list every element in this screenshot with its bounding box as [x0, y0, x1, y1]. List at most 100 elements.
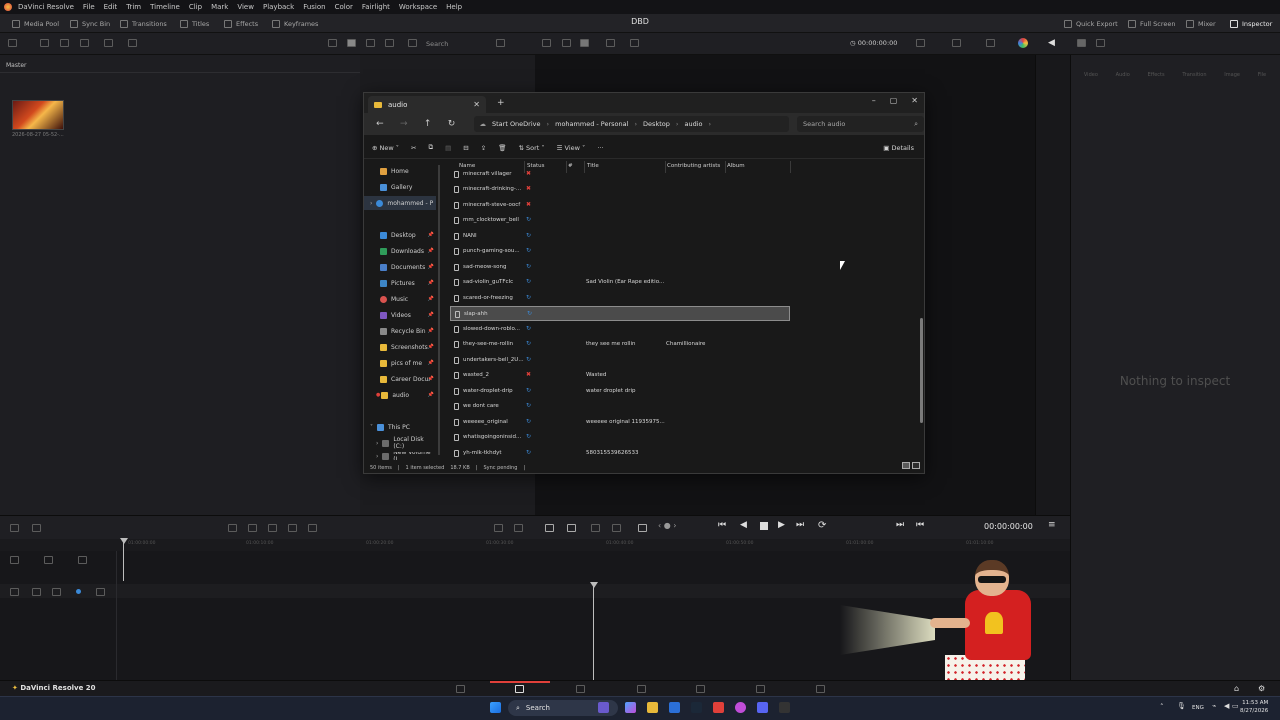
loop-icon[interactable]: ⟳ [818, 520, 826, 531]
transform-icon[interactable] [986, 39, 995, 47]
chevron-right-icon[interactable]: › [376, 453, 378, 460]
nav-item-local-disk[interactable]: › Local Disk (C:) [364, 436, 436, 450]
rename-icon[interactable]: ⊟ [463, 144, 468, 152]
discord-icon[interactable] [757, 702, 768, 713]
file-row[interactable]: NANI ↻ [450, 229, 790, 244]
file-row[interactable]: wasted_2 ✖ Wasted [450, 368, 790, 383]
transitions-button[interactable]: Transitions [114, 14, 173, 33]
pin-icon[interactable]: 📌 [428, 296, 434, 302]
record-icon[interactable] [76, 589, 81, 594]
tab-transition[interactable]: Transition [1182, 58, 1206, 80]
file-row[interactable]: they-see-me-rollin ↻ they see me rollin Cha… [450, 337, 790, 352]
file-row[interactable]: minecraft-steve-oocf ✖ [450, 198, 790, 213]
nav-item-desktop[interactable]: Desktop 📌 [364, 228, 436, 242]
jog-control[interactable]: ‹ ● › [658, 521, 676, 530]
explorer-search-input[interactable]: Search audio ⌕ [797, 116, 925, 132]
track-lock-icon[interactable] [10, 556, 19, 564]
nav-item-documents[interactable]: Documents 📌 [364, 260, 436, 274]
refresh-icon[interactable] [104, 39, 113, 47]
file-row[interactable]: minecraft-drinking-... ✖ [450, 182, 790, 197]
home-icon[interactable]: ⌂ [1234, 684, 1239, 693]
forward-icon[interactable]: → [396, 119, 412, 129]
breadcrumb-item[interactable]: Start OneDrive [492, 120, 541, 128]
copy-icon[interactable]: ⧉ [428, 143, 433, 152]
import-icon[interactable] [40, 39, 49, 47]
skip-to-end-icon[interactable]: ⏭ [796, 520, 804, 530]
playhead-upper[interactable] [123, 541, 124, 581]
page-fairlight-icon[interactable] [756, 685, 765, 693]
playhead-handle[interactable] [120, 538, 128, 544]
place-on-top-icon[interactable] [288, 524, 297, 532]
menu-playback[interactable]: Playback [263, 3, 294, 11]
single-viewer-icon[interactable] [580, 39, 589, 47]
battery-icon[interactable]: ▭ [1232, 702, 1239, 710]
filmstrip-view-icon[interactable] [366, 39, 375, 47]
pin-icon[interactable]: 📌 [428, 360, 434, 366]
taskbar-clock[interactable]: 11:53 AM 8/27/2026 [1240, 699, 1268, 715]
media-pool-button[interactable]: Media Pool [6, 14, 65, 33]
refresh-icon[interactable]: ↻ [444, 119, 460, 129]
menu-workspace[interactable]: Workspace [399, 3, 437, 11]
inspector-button[interactable]: Inspector [1224, 14, 1278, 33]
titles-button[interactable]: Titles [174, 14, 215, 33]
tab-audio[interactable]: Audio [1116, 58, 1130, 80]
smart-bin-icon[interactable] [80, 39, 89, 47]
skip-to-start-icon[interactable]: ⏮ [718, 520, 726, 530]
start-icon[interactable] [490, 702, 501, 713]
delete-icon[interactable]: 🗑 [498, 144, 506, 152]
timeline-ruler[interactable] [0, 539, 1070, 551]
tab-effects[interactable]: Effects [1148, 58, 1165, 80]
pin-icon[interactable]: 📌 [428, 392, 434, 398]
tab-file[interactable]: File [1258, 58, 1266, 80]
mute-icon[interactable] [78, 556, 87, 564]
new-button[interactable]: ⊕ New ˅ [372, 144, 399, 152]
file-row[interactable]: sad-violin_guTFcIc ↻ Sad Violin (Ear Rape … [450, 275, 790, 290]
pin-icon[interactable]: 📌 [428, 280, 434, 286]
maximize-icon[interactable]: ▢ [890, 96, 898, 105]
brave-icon[interactable] [713, 702, 724, 713]
panel-toggle-icon[interactable] [8, 39, 17, 47]
file-row[interactable]: sad-meow-song ↻ [450, 260, 790, 275]
nav-item-pictures[interactable]: Pictures 📌 [364, 276, 436, 290]
back-icon[interactable]: ← [372, 119, 388, 129]
menu-edit[interactable]: Edit [104, 3, 118, 11]
menu-color[interactable]: Color [335, 3, 353, 11]
nav-item-pics-of-me[interactable]: pics of me 📌 [364, 356, 436, 370]
nav-item-recycle-bin[interactable]: Recycle Bin 📌 [364, 324, 436, 338]
media-search-input[interactable]: Search [426, 40, 448, 48]
timeline-area[interactable] [0, 551, 1070, 680]
mark-out-icon[interactable]: ⏮ [916, 520, 924, 530]
bin-label[interactable]: Master [6, 62, 27, 69]
play-icon[interactable]: ▶ [778, 520, 785, 530]
close-icon[interactable]: ✕ [911, 96, 918, 105]
append-icon[interactable] [308, 524, 317, 532]
display-options-icon[interactable] [952, 39, 961, 47]
pin-icon[interactable]: 📌 [428, 248, 434, 254]
file-row[interactable]: minecraft villager ✖ [450, 167, 790, 182]
split-panel-icon[interactable] [1096, 39, 1105, 47]
tiles-view-icon[interactable] [912, 462, 920, 469]
close-tab-icon[interactable]: ✕ [473, 100, 480, 109]
pin-icon[interactable]: 📌 [428, 264, 434, 270]
lower-timeline-ruler[interactable] [0, 584, 1070, 598]
more-options-icon[interactable]: ··· [597, 144, 603, 152]
language-indicator[interactable]: ENG [1192, 705, 1204, 711]
breadcrumb-item[interactable]: audio [684, 120, 702, 128]
playhead-lower-handle[interactable] [590, 582, 598, 588]
nav-item-audio[interactable]: ● audio 📌 [364, 388, 436, 402]
file-row[interactable]: mm_clocktower_bell ↻ [450, 213, 790, 228]
nav-item-home[interactable]: Home [364, 164, 436, 178]
view-button[interactable]: ☰ View ˅ [557, 144, 586, 152]
chevron-right-icon[interactable]: › [376, 440, 378, 447]
nav-item-screenshots[interactable]: Screenshots 📌 [364, 340, 436, 354]
quick-export-button[interactable]: Quick Export [1058, 14, 1124, 33]
nav-item-videos[interactable]: Videos 📌 [364, 308, 436, 322]
menu-fusion[interactable]: Fusion [303, 3, 325, 11]
file-row[interactable]: yh-mlk-tkhdyt ↻ 580315539626533 [450, 446, 790, 461]
page-color-icon[interactable] [696, 685, 705, 693]
file-row[interactable]: scared-or-freezing ↻ [450, 291, 790, 306]
page-fusion-icon[interactable] [637, 685, 646, 693]
menu-clip[interactable]: Clip [189, 3, 202, 11]
scope-icon[interactable] [630, 39, 639, 47]
auto-select-icon[interactable] [44, 556, 53, 564]
